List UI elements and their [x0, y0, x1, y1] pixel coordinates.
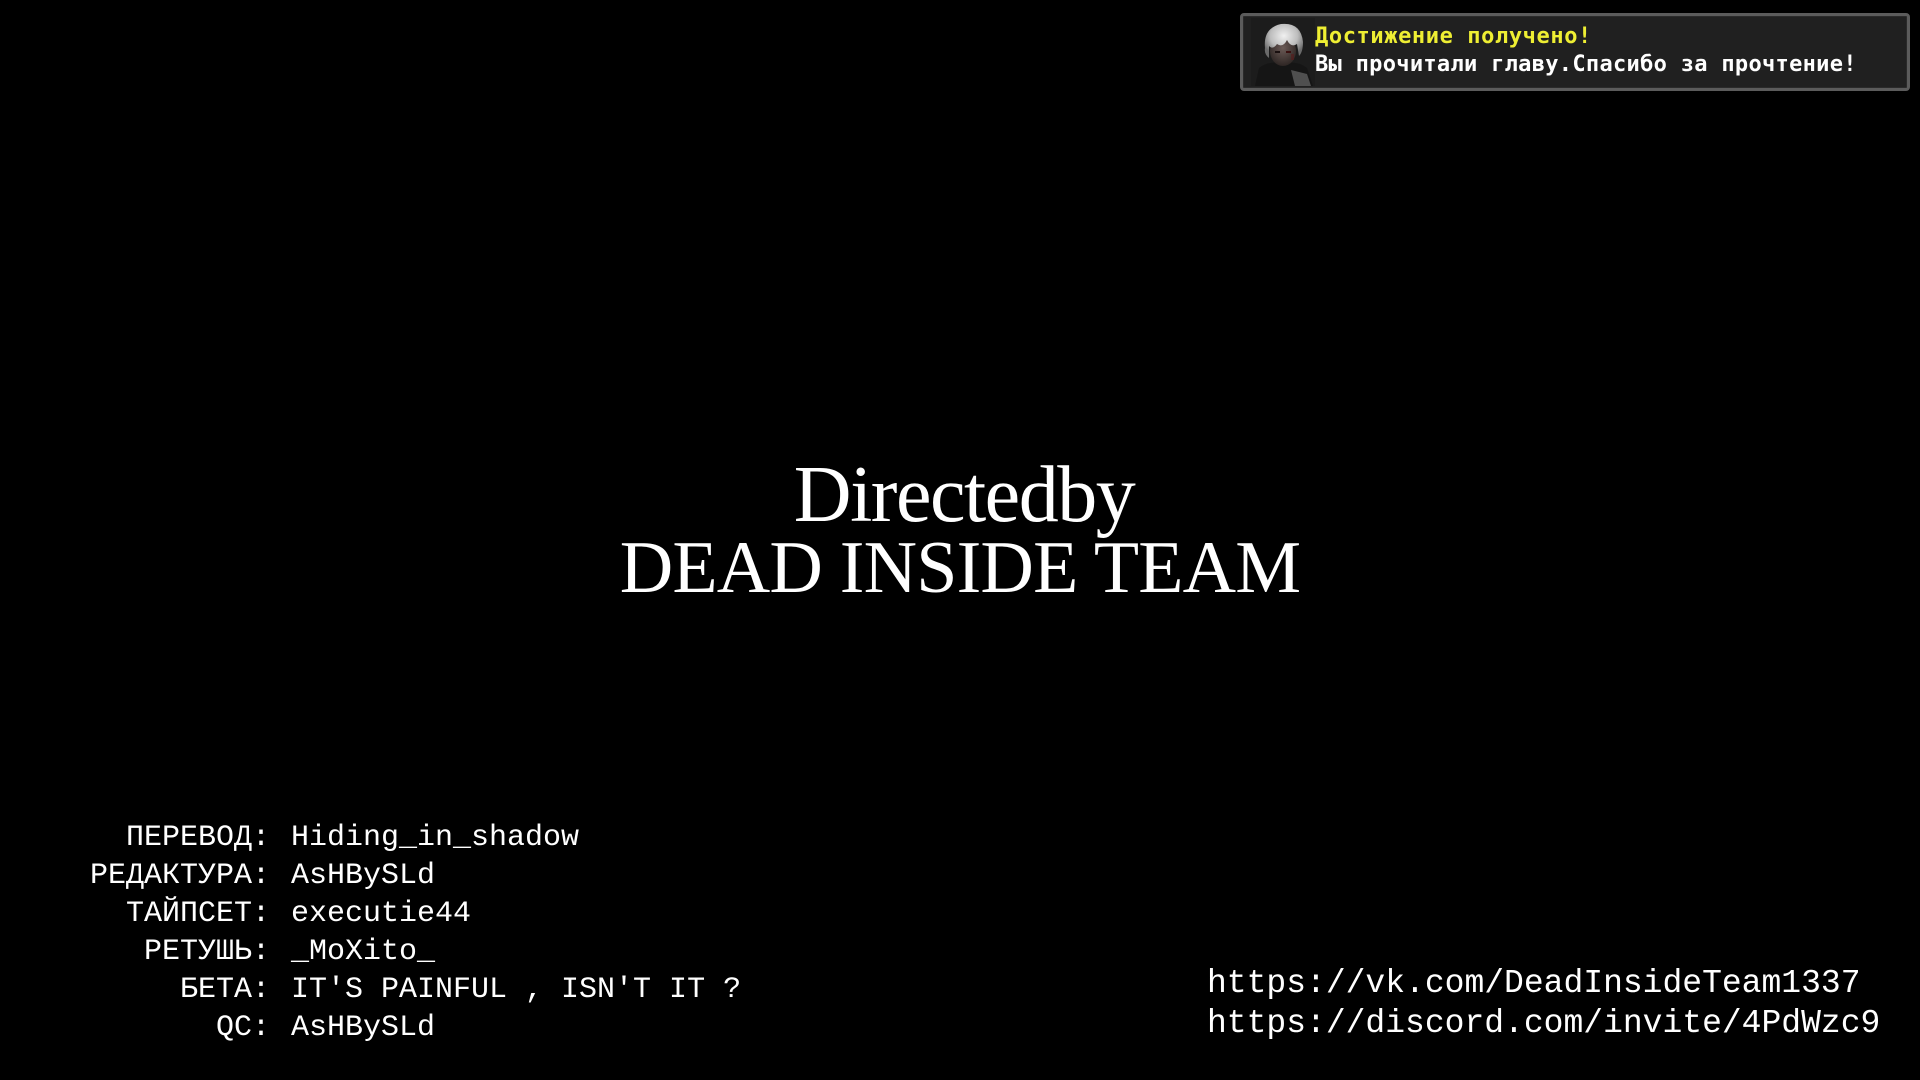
achievement-message: Вы прочитали главу.Спасибо за прочтение! — [1315, 52, 1857, 77]
credit-name: _MoXito_ — [291, 935, 436, 969]
credit-name: AsHBySLd — [291, 1011, 436, 1045]
achievement-toast: Достижение получено! Вы прочитали главу.… — [1240, 13, 1910, 91]
credit-role: РЕДАКТУРА: — [89, 859, 270, 893]
credit-role: ТАЙПСЕТ: — [125, 897, 270, 931]
credit-role: ПЕРЕВОД: — [125, 821, 270, 855]
credit-role: РЕТУШЬ: — [143, 935, 270, 969]
credit-row-translation: ПЕРЕВОД: Hiding_in_shadow — [0, 819, 741, 857]
credit-name: AsHBySLd — [291, 859, 436, 893]
character-portrait-icon — [1251, 18, 1315, 86]
credit-row-retouch: РЕТУШЬ: _MoXito_ — [0, 933, 741, 971]
credit-role: QC: — [215, 1011, 270, 1045]
credit-name: IT'S PAINFUL , ISN'T IT ? — [291, 973, 742, 1007]
staff-credits: ПЕРЕВОД: Hiding_in_shadow РЕДАКТУРА: AsH… — [0, 819, 741, 1047]
credits-title: Directedby DEAD INSIDE TEAM — [0, 455, 1920, 605]
credit-row-qc: QC: AsHBySLd — [0, 1009, 741, 1047]
achievement-title: Достижение получено! — [1315, 24, 1592, 49]
team-links: https://vk.com/DeadInsideTeam1337 https:… — [1207, 964, 1880, 1044]
avatar-icon — [1251, 18, 1315, 86]
credit-name: executie44 — [291, 897, 472, 931]
credit-role: БЕТА: — [179, 973, 270, 1007]
discord-link: https://discord.com/invite/4PdWzc9 — [1207, 1005, 1881, 1042]
credit-name: Hiding_in_shadow — [291, 821, 580, 855]
directed-by-heading: Directedby — [793, 451, 1136, 539]
credit-row-editing: РЕДАКТУРА: AsHBySLd — [0, 857, 741, 895]
credit-row-typesetting: ТАЙПСЕТ: executie44 — [0, 895, 741, 933]
vk-link: https://vk.com/DeadInsideTeam1337 — [1207, 965, 1861, 1002]
credit-row-beta: БЕТА: IT'S PAINFUL , ISN'T IT ? — [0, 971, 741, 1009]
team-name-heading: DEAD INSIDE TEAM — [619, 527, 1301, 609]
